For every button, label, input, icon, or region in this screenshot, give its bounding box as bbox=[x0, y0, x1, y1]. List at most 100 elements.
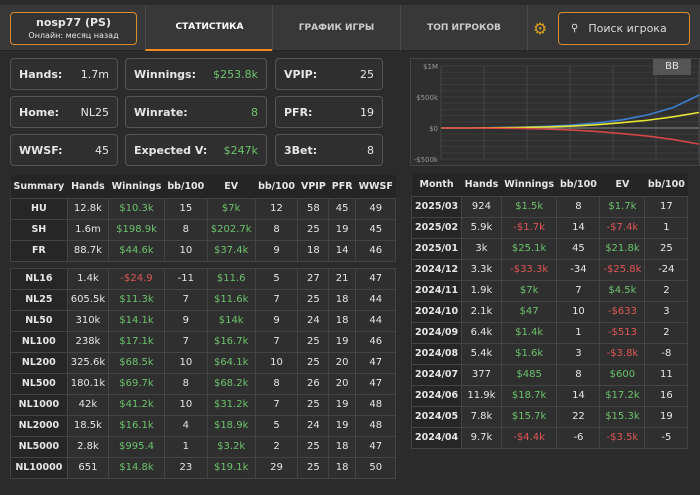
table-row: FR 88.7k $44.6k 10 $37.4k 9 18 14 46 bbox=[10, 239, 397, 262]
table-cell: $14k bbox=[206, 309, 256, 332]
stat-label: PFR: bbox=[284, 105, 313, 119]
table-cell: -$4.4k bbox=[500, 426, 558, 449]
tab-top-players[interactable]: ТОП ИГРОКОВ bbox=[400, 5, 528, 51]
table-cell: 377 bbox=[461, 363, 502, 386]
column-header[interactable]: bb/100 bbox=[644, 173, 688, 196]
table-row: NL200 325.6k $68.5k 10 $64.1k 10 25 20 47 bbox=[10, 351, 397, 374]
table-cell: $17.1k bbox=[108, 330, 165, 353]
table-cell: -5 bbox=[644, 426, 689, 449]
table-cell: -34 bbox=[556, 258, 601, 281]
table-row: NL5000 2.8k $995.4 1 $3.2k 2 25 18 47 bbox=[10, 435, 397, 458]
stat-card: 3Bet: 8 bbox=[275, 134, 383, 166]
stat-value: $253.8k bbox=[213, 67, 258, 81]
table-cell: 1 bbox=[644, 216, 689, 239]
column-header[interactable]: VPIP bbox=[297, 175, 329, 198]
table-cell: 4 bbox=[163, 414, 208, 437]
column-header[interactable]: WWSF bbox=[355, 175, 396, 198]
table-row: 2025/02 5.9k -$1.7k 14 -$7.4k 1 bbox=[410, 216, 689, 239]
table-cell: 9 bbox=[254, 309, 299, 332]
table-cell: 25 bbox=[644, 237, 689, 260]
stat-label: WWSF: bbox=[19, 143, 63, 157]
table-cell: -$513 bbox=[599, 321, 646, 344]
stat-label: 3Bet: bbox=[284, 143, 318, 157]
table-cell: 9 bbox=[254, 239, 299, 262]
column-header[interactable]: bb/100 bbox=[255, 175, 298, 198]
table-cell: 48 bbox=[355, 393, 397, 416]
column-header[interactable]: Hands bbox=[461, 173, 502, 196]
column-header[interactable]: EV bbox=[599, 173, 645, 196]
table-cell: 2024/09 bbox=[410, 321, 463, 344]
table-cell: 18 bbox=[328, 288, 357, 311]
table-row: 2024/10 2.1k $47 10 -$633 3 bbox=[410, 300, 689, 323]
table-cell: -$3.8k bbox=[599, 342, 646, 365]
table-cell: 5 bbox=[254, 267, 299, 290]
table-cell: NL16 bbox=[10, 267, 68, 290]
table-cell: $10.3k bbox=[108, 197, 165, 220]
table-cell: $25.1k bbox=[500, 237, 558, 260]
y-tick-label: $500k bbox=[416, 94, 439, 102]
gear-icon[interactable]: ⚙ bbox=[533, 19, 547, 38]
bb-toggle-button[interactable]: BB bbox=[653, 59, 691, 75]
table-cell: -$633 bbox=[599, 300, 646, 323]
table-cell: -24 bbox=[644, 258, 689, 281]
column-header[interactable]: Month bbox=[411, 173, 462, 196]
search-icon: ⚲ bbox=[571, 23, 579, 34]
table-cell: $14.8k bbox=[108, 456, 165, 479]
table-cell: $1.7k bbox=[599, 195, 646, 218]
stat-label: Expected V: bbox=[134, 143, 208, 157]
table-cell: 17 bbox=[644, 195, 689, 218]
table-cell: 25 bbox=[297, 351, 330, 374]
table-cell: 12 bbox=[254, 197, 299, 220]
table-cell: $202.7k bbox=[206, 218, 256, 241]
column-header[interactable]: EV bbox=[207, 175, 256, 198]
column-header[interactable]: Hands bbox=[67, 175, 109, 198]
table-cell: $7k bbox=[500, 279, 558, 302]
table-row: 2024/08 5.4k $1.6k 3 -$3.8k -8 bbox=[410, 342, 689, 365]
stat-value: 8 bbox=[367, 143, 374, 157]
stat-card: WWSF: 45 bbox=[10, 134, 118, 166]
column-header[interactable]: Winnings bbox=[108, 175, 165, 198]
stat-value: 8 bbox=[251, 105, 258, 119]
table-cell: 18 bbox=[297, 239, 330, 262]
table-cell: $995.4 bbox=[108, 435, 165, 458]
table-cell: $31.2k bbox=[206, 393, 256, 416]
player-profile[interactable]: nosp77 (PS) Онлайн: месяц назад bbox=[10, 12, 137, 45]
column-header[interactable]: bb/100 bbox=[556, 173, 600, 196]
table-cell: 23 bbox=[163, 456, 208, 479]
table-cell: 310k bbox=[66, 309, 110, 332]
table-cell: -$1.7k bbox=[500, 216, 558, 239]
table-cell: $11.6k bbox=[206, 288, 256, 311]
table-cell: 7 bbox=[163, 330, 208, 353]
column-header[interactable]: PFR bbox=[328, 175, 356, 198]
table-cell: 5.9k bbox=[461, 216, 502, 239]
tab-statistics[interactable]: СТАТИСТИКА bbox=[145, 5, 273, 51]
table-cell: 2 bbox=[644, 279, 689, 302]
column-header[interactable]: Summary bbox=[10, 175, 68, 198]
table-cell: 44 bbox=[355, 288, 397, 311]
column-header[interactable]: Winnings bbox=[501, 173, 557, 196]
table-cell: 20 bbox=[328, 351, 357, 374]
table-cell: 10 bbox=[556, 300, 601, 323]
table-cell: 924 bbox=[461, 195, 502, 218]
search-player-input[interactable]: ⚲ Поиск игрока bbox=[558, 12, 690, 45]
table-cell: 25 bbox=[297, 435, 330, 458]
column-header[interactable]: bb/100 bbox=[164, 175, 208, 198]
table-cell: 7 bbox=[254, 393, 299, 416]
table-row: NL100 238k $17.1k 7 $16.7k 7 25 19 46 bbox=[10, 330, 397, 353]
stat-label: VPIP: bbox=[284, 67, 318, 81]
table-cell: 8 bbox=[163, 218, 208, 241]
table-row: 2025/01 3k $25.1k 45 $21.8k 25 bbox=[410, 237, 689, 260]
y-tick-label: $0 bbox=[429, 125, 438, 133]
player-name: nosp77 (PS) bbox=[36, 16, 111, 29]
table-cell: 20 bbox=[328, 372, 357, 395]
table-cell: 5.4k bbox=[461, 342, 502, 365]
stat-value: 45 bbox=[95, 143, 109, 157]
table-cell: 3 bbox=[644, 300, 689, 323]
table-row: NL16 1.4k -$24.9 -11 $11.6 5 27 21 47 bbox=[10, 267, 397, 290]
tab-game-graph[interactable]: ГРАФИК ИГРЫ bbox=[272, 5, 400, 51]
stat-value: $247k bbox=[223, 143, 258, 157]
table-row: 2024/06 11.9k $18.7k 14 $17.2k 16 bbox=[410, 384, 689, 407]
table-cell: $16.1k bbox=[108, 414, 165, 437]
table-cell: $17.2k bbox=[599, 384, 646, 407]
table-cell: 24 bbox=[297, 414, 330, 437]
